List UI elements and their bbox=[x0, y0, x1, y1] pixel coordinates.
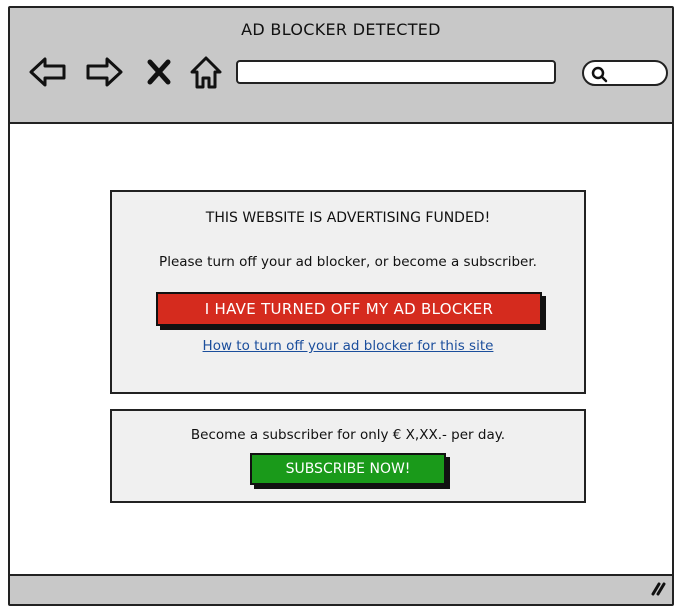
status-bar bbox=[10, 574, 672, 604]
address-bar[interactable] bbox=[236, 60, 556, 84]
forward-arrow-icon[interactable] bbox=[84, 52, 124, 92]
ad-blocker-notice: THIS WEBSITE IS ADVERTISING FUNDED! Plea… bbox=[110, 190, 586, 394]
home-icon[interactable] bbox=[186, 52, 226, 92]
ad-blocker-help-link[interactable]: How to turn off your ad blocker for this… bbox=[112, 338, 584, 354]
resize-grip-icon[interactable] bbox=[648, 578, 666, 600]
browser-toolbar: AD BLOCKER DETECTED bbox=[10, 8, 672, 124]
notice-title: THIS WEBSITE IS ADVERTISING FUNDED! bbox=[205, 210, 491, 226]
search-icon bbox=[590, 65, 608, 87]
window-title: AD BLOCKER DETECTED bbox=[241, 20, 441, 39]
turned-off-ad-blocker-button[interactable]: I HAVE TURNED OFF MY AD BLOCKER bbox=[156, 292, 542, 326]
close-x-icon[interactable] bbox=[144, 52, 174, 92]
subscribe-button[interactable]: SUBSCRIBE NOW! bbox=[250, 453, 446, 485]
subscribe-offer: Become a subscriber for only € X,XX.- pe… bbox=[190, 427, 506, 443]
back-arrow-icon[interactable] bbox=[28, 52, 68, 92]
browser-window: AD BLOCKER DETECTED THIS WEBSITE IS ADVE… bbox=[8, 6, 674, 606]
notice-message: Please turn off your ad blocker, or beco… bbox=[159, 254, 537, 270]
subscribe-panel: Become a subscriber for only € X,XX.- pe… bbox=[110, 409, 586, 503]
search-field[interactable] bbox=[582, 60, 668, 86]
